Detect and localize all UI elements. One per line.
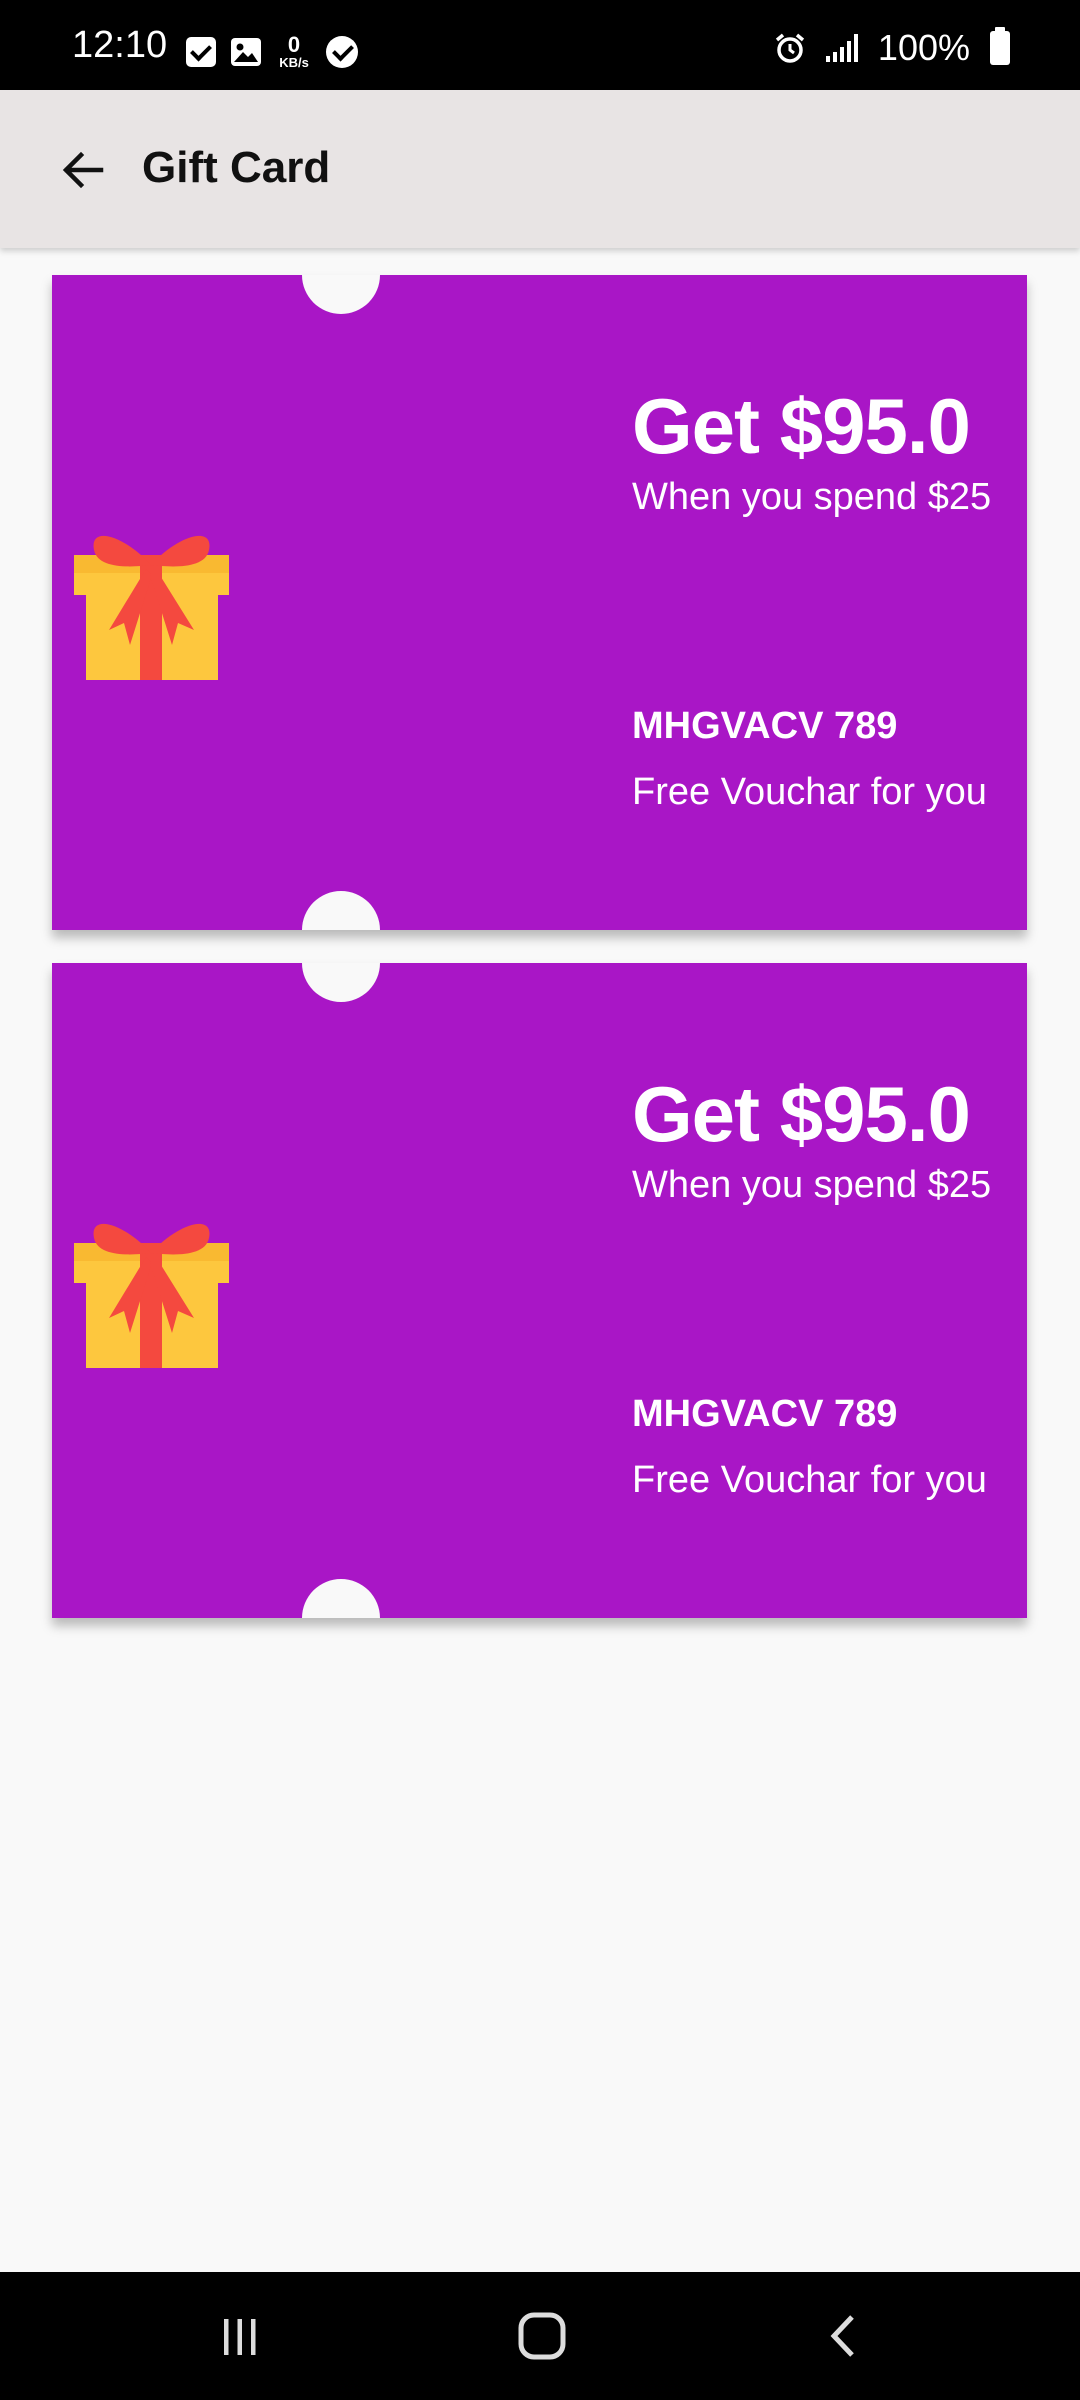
recents-icon bbox=[224, 2319, 256, 2355]
image-notification-icon bbox=[230, 37, 262, 67]
status-time: 12:10 bbox=[72, 24, 168, 66]
recents-button[interactable] bbox=[195, 2306, 285, 2366]
check-circle-icon bbox=[326, 35, 358, 68]
offer-amount: Get $95.0 bbox=[632, 382, 971, 470]
page-title: Gift Card bbox=[142, 143, 331, 192]
network-speed-indicator: 0 KB/s bbox=[276, 32, 312, 70]
network-speed-unit: KB/s bbox=[279, 55, 309, 70]
network-speed-value: 0 bbox=[287, 32, 301, 57]
back-nav-button[interactable] bbox=[800, 2306, 890, 2366]
battery-icon bbox=[990, 27, 1010, 65]
offer-condition: When you spend $25 bbox=[632, 1164, 992, 1206]
voucher-code: MHGVACV 789 bbox=[632, 1393, 898, 1435]
alarm-icon bbox=[775, 33, 805, 63]
voucher-tagline: Free Vouchar for you bbox=[632, 771, 987, 813]
offer-condition: When you spend $25 bbox=[632, 476, 992, 518]
notification-icons: 0 KB/s bbox=[186, 34, 358, 69]
offer-amount: Get $95.0 bbox=[632, 1070, 971, 1158]
home-icon bbox=[518, 2312, 566, 2360]
gift-card[interactable]: Get $95.0 When you spend $25 MHGVACV 789… bbox=[52, 963, 1027, 1618]
voucher-tagline: Free Vouchar for you bbox=[632, 1459, 987, 1501]
signal-strength-icon bbox=[825, 34, 858, 62]
offer-text: Get $95.0 When you spend $25 bbox=[632, 1075, 1022, 1207]
back-chevron-icon bbox=[830, 2315, 854, 2357]
system-status-icons: 100% bbox=[774, 27, 1010, 68]
gift-card-screen: 12:10 0 KB/s 100% Gift Card Get $95.0 Wh… bbox=[0, 0, 1080, 2400]
home-button[interactable] bbox=[497, 2306, 587, 2366]
app-bar: Gift Card bbox=[0, 90, 1080, 248]
back-button[interactable] bbox=[48, 135, 118, 205]
battery-percentage: 100% bbox=[877, 27, 970, 68]
gift-box-icon bbox=[74, 1223, 229, 1368]
checkbox-notification-icon bbox=[186, 36, 216, 67]
arrow-left-icon bbox=[62, 151, 104, 189]
gift-box-icon bbox=[74, 535, 229, 680]
system-navigation-bar bbox=[0, 2272, 1080, 2400]
gift-card[interactable]: Get $95.0 When you spend $25 MHGVACV 789… bbox=[52, 275, 1027, 930]
voucher-code: MHGVACV 789 bbox=[632, 705, 898, 747]
status-bar: 12:10 0 KB/s 100% bbox=[0, 0, 1080, 90]
offer-text: Get $95.0 When you spend $25 bbox=[632, 387, 1022, 519]
